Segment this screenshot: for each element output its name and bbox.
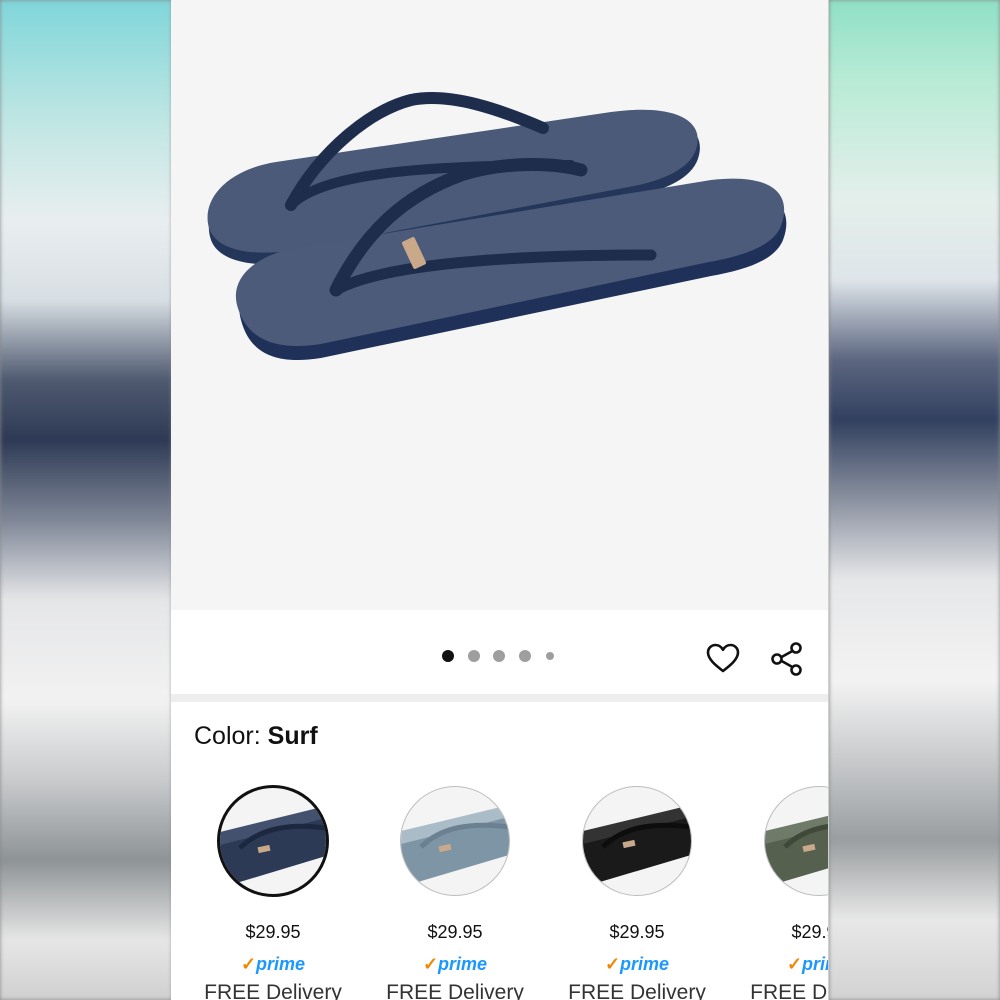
favorite-button[interactable]: [701, 638, 745, 678]
swatch-delivery: FREE Delivery: [204, 981, 342, 1000]
background-right: [829, 0, 1000, 1000]
swatch-image: [764, 786, 828, 896]
swatch-image: [582, 786, 692, 896]
prime-label: prime: [438, 954, 488, 974]
color-selector-label: Color: Surf: [194, 722, 318, 751]
color-label: Color:: [194, 722, 268, 750]
color-swatch-4[interactable]: $29.95 ✓prime FREE Delivery: [718, 786, 828, 1000]
section-divider: [171, 694, 828, 702]
carousel-dot-2[interactable]: [468, 650, 480, 662]
swatch-image: [217, 785, 329, 897]
prime-check-icon: ✓: [604, 954, 621, 974]
swatch-price: $29.95: [427, 922, 483, 942]
color-swatch-2[interactable]: $29.95 ✓prime FREE Delivery: [354, 786, 536, 1000]
product-page: Color: Surf $29.95 ✓prime FREE Delivery …: [171, 0, 829, 1000]
background-left: [0, 0, 172, 1000]
prime-check-icon: ✓: [422, 954, 439, 974]
swatch-price: $29.95: [609, 922, 665, 942]
color-swatch-1[interactable]: $29.95 ✓prime FREE Delivery: [172, 785, 354, 1000]
swatch-delivery: FREE Delivery: [750, 981, 828, 1000]
prime-check-icon: ✓: [240, 954, 257, 974]
prime-check-icon: ✓: [786, 954, 803, 974]
swatch-delivery: FREE Delivery: [568, 981, 706, 1000]
prime-badge: ✓prime: [536, 954, 738, 975]
share-icon: [771, 642, 802, 676]
swatch-price: $29.95: [791, 922, 828, 942]
carousel-dot-3[interactable]: [493, 650, 505, 662]
selected-color-value: Surf: [267, 722, 318, 750]
color-swatch-3[interactable]: $29.95 ✓prime FREE Delivery: [536, 786, 718, 1000]
swatch-image: [400, 786, 510, 896]
carousel-dot-5[interactable]: [546, 652, 554, 660]
prime-label: prime: [620, 954, 670, 974]
prime-label: prime: [802, 954, 828, 974]
prime-label: prime: [256, 954, 306, 974]
prime-badge: ✓prime: [354, 954, 556, 975]
heart-outline-icon: [706, 643, 740, 673]
prime-badge: ✓prime: [718, 954, 828, 975]
flip-flops-illustration: [207, 92, 787, 361]
carousel-dot-4[interactable]: [519, 650, 531, 662]
share-button[interactable]: [765, 638, 809, 680]
swatch-price: $29.95: [245, 922, 301, 942]
product-image[interactable]: [171, 0, 828, 610]
carousel-dot-1[interactable]: [442, 650, 454, 662]
prime-badge: ✓prime: [172, 954, 374, 975]
swatch-delivery: FREE Delivery: [386, 981, 524, 1000]
